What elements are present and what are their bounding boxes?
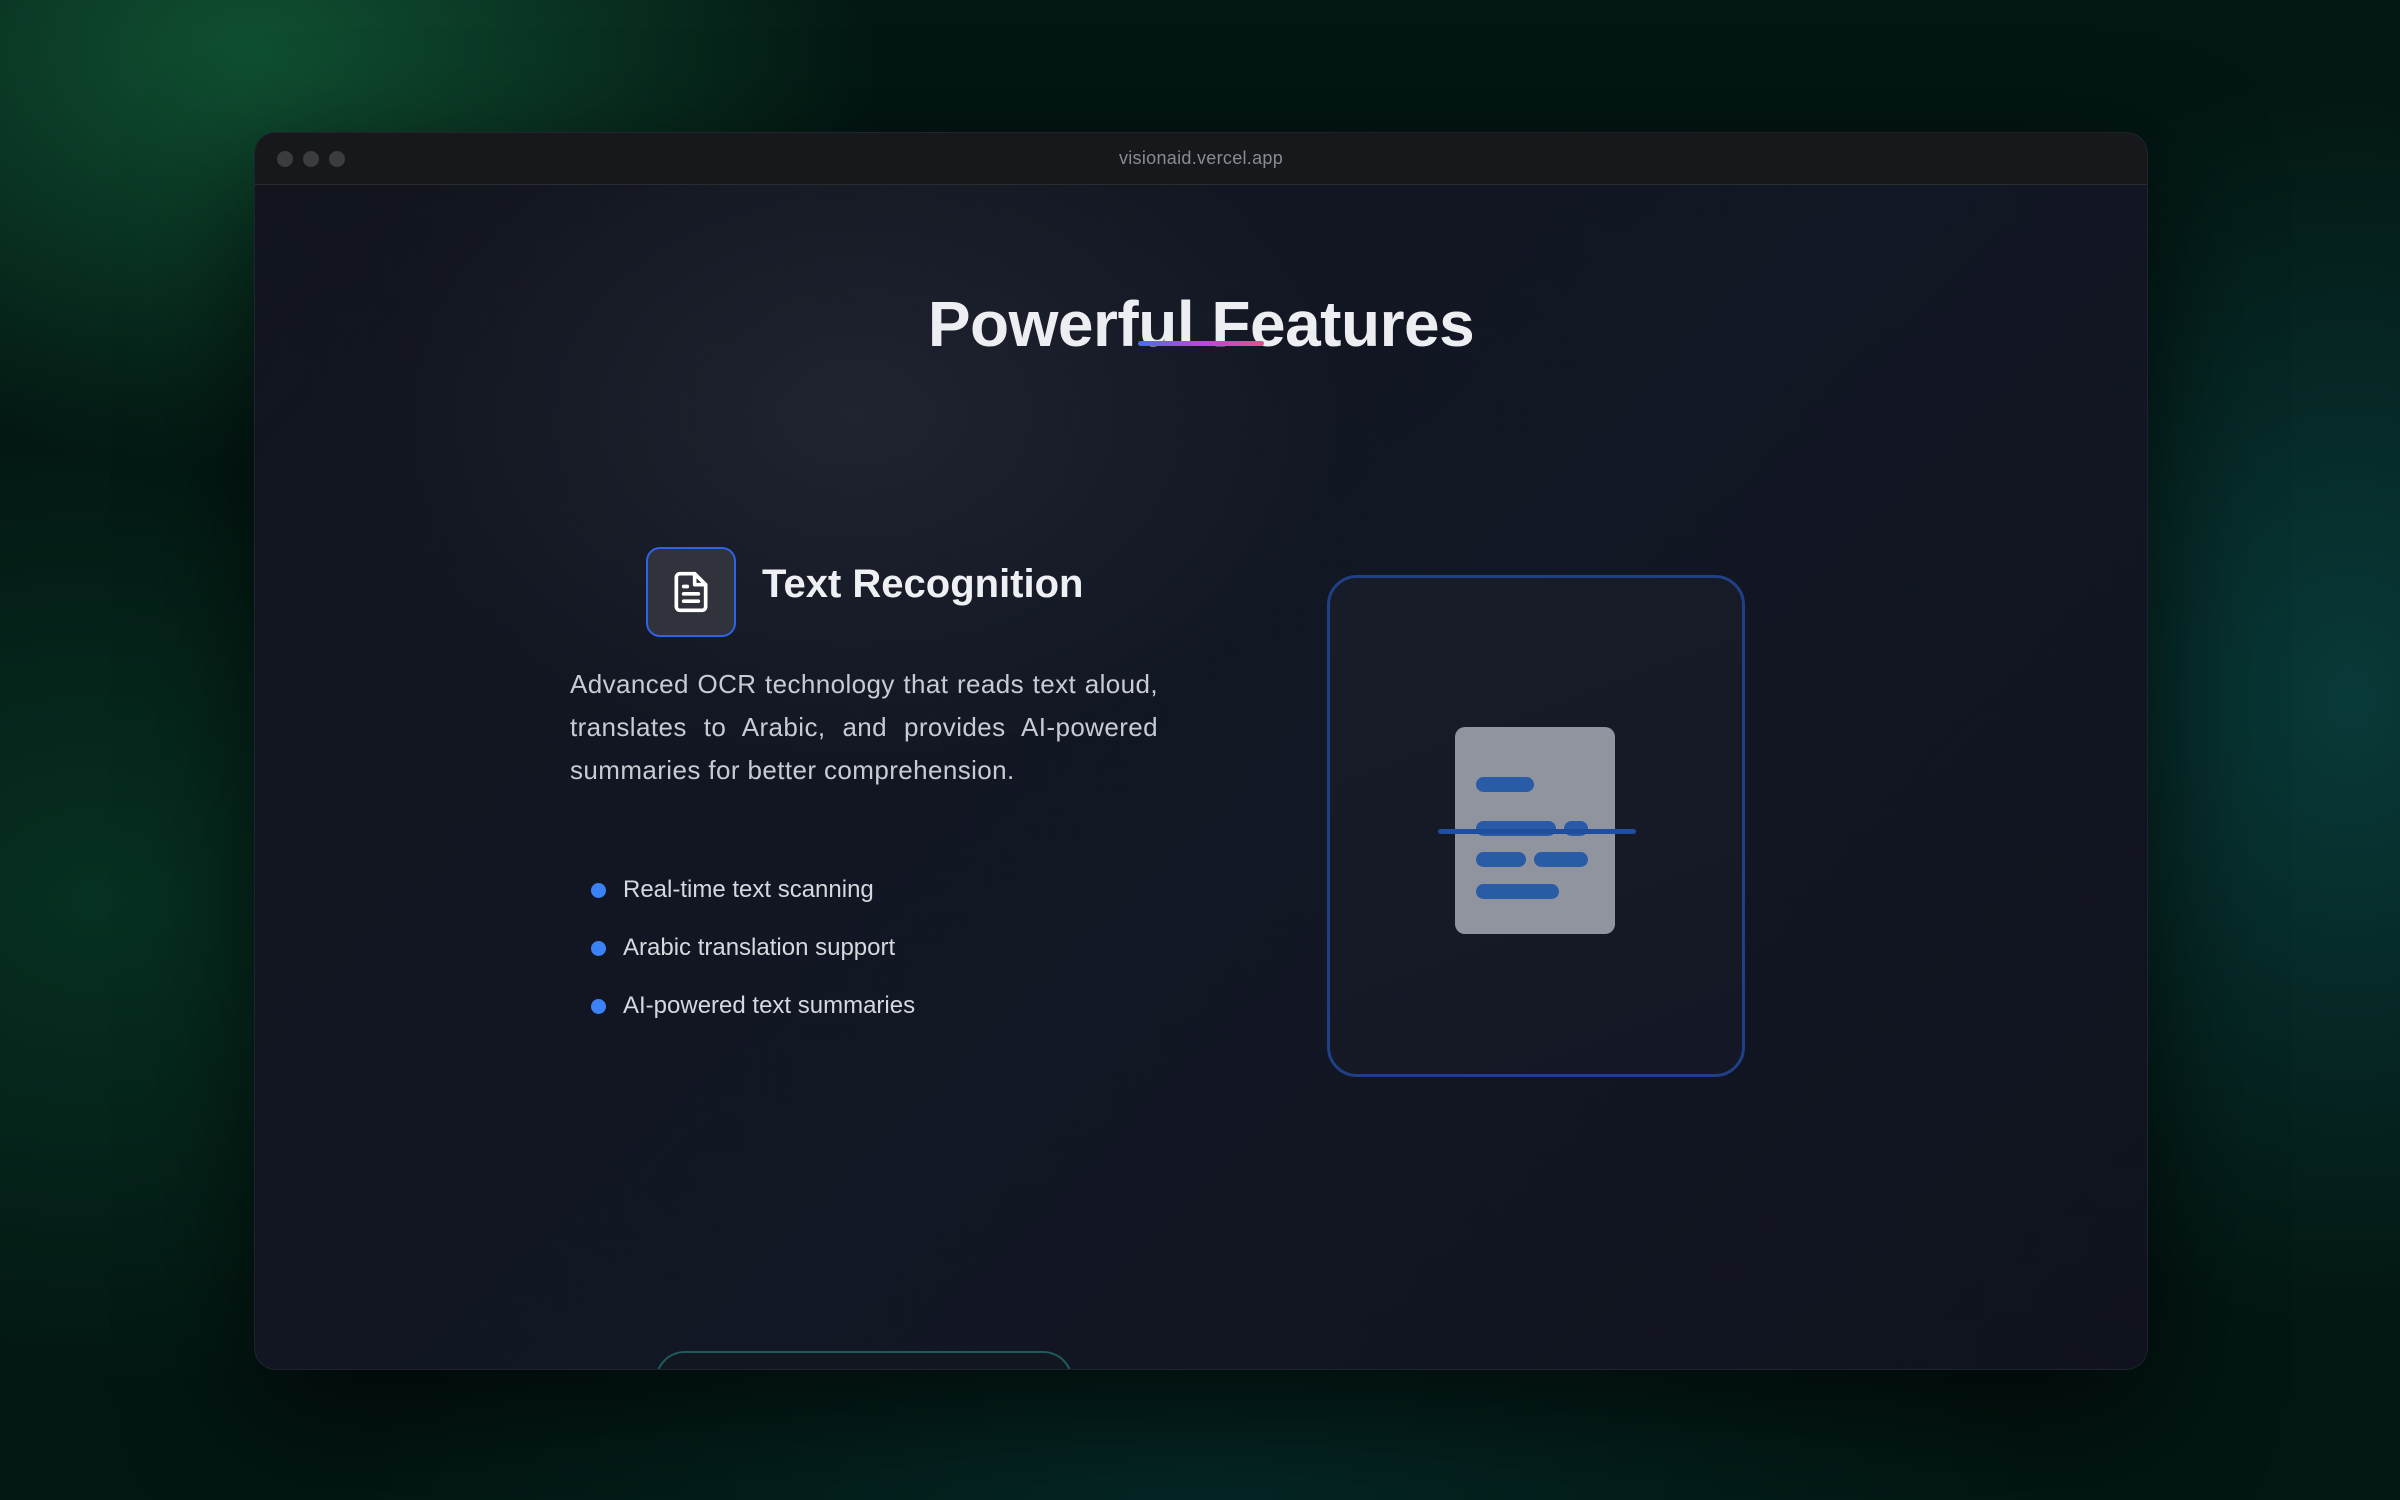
document-scan-icon xyxy=(1438,727,1636,934)
list-item: AI-powered text summaries xyxy=(591,977,915,1035)
page-content: Powerful Features Text Recognition Advan… xyxy=(255,185,2147,1369)
section-title: Powerful Features xyxy=(927,288,1475,360)
bullet-dot-icon xyxy=(591,998,606,1014)
bullet-text: AI-powered text summaries xyxy=(623,992,916,1019)
feature-bullet-list: Real-time text scanning Arabic translati… xyxy=(591,861,915,1035)
feature-description: Advanced OCR technology that reads text … xyxy=(570,669,1158,785)
address-bar-url[interactable]: visionaid.vercel.app xyxy=(255,148,2147,169)
browser-titlebar: visionaid.vercel.app xyxy=(255,133,2147,185)
title-underline xyxy=(1138,341,1264,346)
browser-window: visionaid.vercel.app Powerful Features T… xyxy=(254,132,2148,1370)
bullet-dot-icon xyxy=(591,940,606,956)
bullet-dot-icon xyxy=(591,882,606,898)
file-text-icon xyxy=(674,571,708,613)
feature-icon-badge xyxy=(646,547,736,637)
bullet-text: Arabic translation support xyxy=(623,934,896,961)
bullet-text: Real-time text scanning xyxy=(623,876,874,903)
next-feature-card xyxy=(655,1351,1073,1369)
list-item: Real-time text scanning xyxy=(591,861,915,919)
list-item: Arabic translation support xyxy=(591,919,915,977)
feature-title: Text Recognition xyxy=(762,562,1084,606)
